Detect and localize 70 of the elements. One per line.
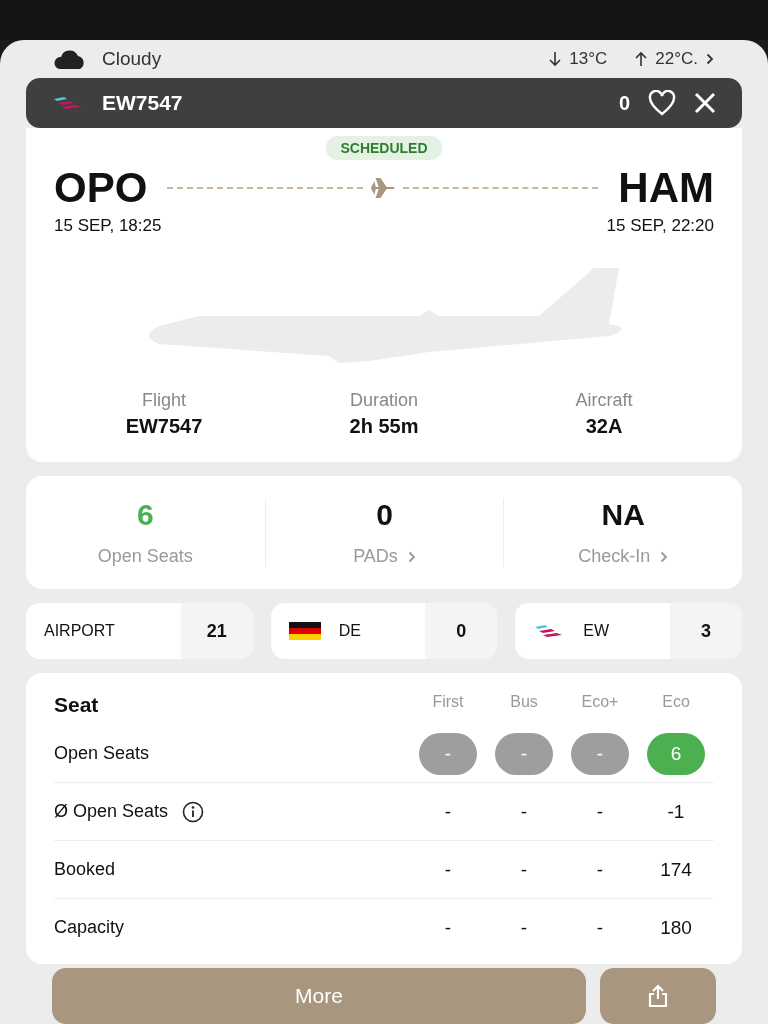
column-header: First	[431, 693, 465, 711]
info-icon[interactable]	[182, 800, 205, 823]
chevron-right-icon	[706, 53, 714, 65]
table-cell-text: 174	[659, 858, 693, 881]
close-button[interactable]	[694, 92, 716, 114]
stat-value: 0	[376, 498, 393, 532]
header-flight-number: EW7547	[102, 91, 183, 115]
chip-count: 0	[425, 603, 498, 659]
table-cell-text: -	[595, 916, 605, 939]
column-header: Eco	[661, 693, 691, 711]
high-temperature: 22°C.	[655, 49, 698, 69]
low-temperature: 13°C	[569, 49, 608, 69]
arrival-time: 15 SEP, 22:20	[606, 216, 714, 236]
chip-label: AIRPORT	[44, 622, 115, 640]
column-header: Eco+	[580, 693, 620, 711]
seat-count-pill: -	[571, 732, 629, 775]
share-icon	[647, 984, 669, 1008]
more-button[interactable]: More	[52, 968, 586, 1024]
chevron-right-icon	[407, 550, 416, 563]
table-cell-text: -	[595, 800, 605, 823]
departure-time: 15 SEP, 18:25	[54, 216, 162, 236]
filter-chip[interactable]: DE 0	[270, 603, 498, 659]
table-cell-text: -1	[666, 800, 686, 823]
stat-link[interactable]: Check-In	[578, 546, 669, 567]
table-cell-text: -	[595, 858, 605, 881]
table-cell-text: 180	[659, 916, 693, 939]
stat-value: 6	[137, 498, 154, 532]
info-label: Flight	[141, 390, 187, 411]
table-cell-text: -	[443, 800, 453, 823]
seat-count-pill: -	[419, 732, 477, 775]
share-button[interactable]	[600, 968, 716, 1024]
info-value: 32A	[584, 415, 624, 438]
stat-link[interactable]: Open Seats	[97, 546, 193, 567]
chip-label: EW	[583, 622, 610, 640]
flag-icon	[288, 622, 321, 640]
chip-count: 21	[180, 603, 253, 659]
table-cell-text: -	[519, 916, 529, 939]
filter-chip[interactable]: AIRPORT 21	[26, 603, 253, 659]
seat-count-pill: 6	[647, 732, 705, 775]
plane-icon	[370, 178, 395, 198]
row-label: Capacity	[54, 917, 125, 938]
cloud-icon	[54, 49, 86, 69]
status-badge: SCHEDULED	[326, 136, 442, 160]
filter-chip[interactable]: EW 3	[515, 603, 742, 659]
chevron-right-icon	[660, 550, 669, 563]
table-cell-text: -	[443, 916, 453, 939]
up-arrow-icon	[635, 51, 648, 67]
row-label: Ø Open Seats	[54, 801, 169, 822]
origin-code: OPO	[54, 164, 148, 212]
table-cell-text: -	[519, 858, 529, 881]
weather-condition: Cloudy	[102, 48, 162, 70]
favorite-count: 0	[618, 91, 630, 115]
column-header: Bus	[509, 693, 539, 711]
down-arrow-icon	[549, 51, 562, 67]
stat-value: NA	[601, 498, 645, 532]
row-label: Open Seats	[54, 743, 150, 764]
info-value: 2h 55m	[348, 415, 420, 438]
info-label: Duration	[348, 390, 419, 411]
table-cell-text: -	[443, 858, 453, 881]
table-cell-text: -	[519, 800, 529, 823]
stat-link[interactable]: PADs	[353, 546, 416, 567]
destination-code: HAM	[618, 164, 714, 212]
info-value: EW7547	[124, 415, 204, 438]
chip-count: 3	[670, 603, 742, 659]
chip-label: DE	[338, 622, 361, 640]
seat-count-pill: -	[495, 732, 553, 775]
seat-table-title: Seat	[54, 693, 100, 717]
info-label: Aircraft	[574, 390, 634, 411]
favorite-button[interactable]	[648, 90, 676, 116]
row-label: Booked	[54, 859, 116, 880]
